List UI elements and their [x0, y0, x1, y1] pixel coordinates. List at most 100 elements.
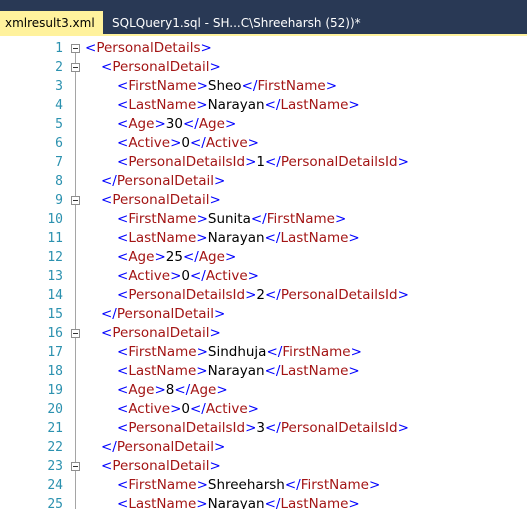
- code-line[interactable]: 11 <LastName>Narayan</LastName>: [0, 229, 527, 248]
- code-text: <PersonalDetailsId>3</PersonalDetailsId>: [117, 419, 409, 438]
- xml-bracket: >: [224, 116, 237, 132]
- tab-sqlquery1[interactable]: SQLQuery1.sql - SH...C\Shreeharsh (52))*: [112, 11, 361, 34]
- code-line[interactable]: 25 <LastName>Narayan</LastName>: [0, 495, 527, 509]
- line-number: 18: [47, 364, 63, 379]
- code-line[interactable]: 22 </PersonalDetail>: [0, 438, 527, 457]
- code-line[interactable]: 23 <PersonalDetail>: [0, 457, 527, 476]
- xml-tag-name: Age: [128, 116, 155, 132]
- code-line[interactable]: 24 <FirstName>Shreeharsh</FirstName>: [0, 476, 527, 495]
- xml-tag-name: Active: [205, 135, 248, 151]
- xml-bracket: <: [117, 496, 129, 509]
- xml-bracket: >: [245, 420, 257, 436]
- code-line[interactable]: 16 <PersonalDetail>: [0, 324, 527, 343]
- xml-bracket: >: [170, 401, 182, 417]
- xml-tag-name: LastName: [128, 230, 197, 246]
- xml-bracket: >: [216, 382, 228, 398]
- xml-bracket: >: [196, 230, 208, 246]
- xml-value: Sheo: [207, 78, 242, 94]
- xml-bracket: <: [117, 249, 129, 265]
- collapse-icon[interactable]: [71, 44, 80, 53]
- code-line[interactable]: 7 <PersonalDetailsId>1</PersonalDetailsId…: [0, 153, 527, 172]
- code-line[interactable]: 3 <FirstName>Sheo</FirstName>: [0, 77, 527, 96]
- code-line[interactable]: 8 </PersonalDetail>: [0, 172, 527, 191]
- code-line[interactable]: 1 <PersonalDetails>: [0, 39, 527, 58]
- code-line[interactable]: 10 <FirstName>Sunita</FirstName>: [0, 210, 527, 229]
- code-line[interactable]: 6 <Active>0</Active>: [0, 134, 527, 153]
- xml-bracket: <: [117, 268, 129, 284]
- collapse-icon[interactable]: [71, 462, 80, 471]
- code-line[interactable]: 19 <Age>8</Age>: [0, 381, 527, 400]
- code-line[interactable]: 17 <FirstName>Sindhuja</FirstName>: [0, 343, 527, 362]
- code-text: <FirstName>Sunita</FirstName>: [117, 210, 346, 229]
- xml-bracket: </: [264, 230, 281, 246]
- line-number: 19: [47, 383, 63, 398]
- code-text: <FirstName>Shreeharsh</FirstName>: [117, 476, 380, 495]
- xml-bracket: >: [335, 211, 347, 227]
- code-text: </PersonalDetail>: [101, 172, 225, 191]
- xml-bracket: <: [117, 211, 129, 227]
- code-line[interactable]: 12 <Age>25</Age>: [0, 248, 527, 267]
- xml-bracket: >: [397, 420, 409, 436]
- xml-tag-name: LastName: [280, 363, 349, 379]
- xml-bracket: >: [154, 382, 166, 398]
- xml-value: 25: [165, 249, 183, 265]
- collapse-icon[interactable]: [71, 329, 80, 338]
- code-line[interactable]: 2 <PersonalDetail>: [0, 58, 527, 77]
- xml-bracket: >: [247, 268, 259, 284]
- xml-bracket: >: [196, 477, 208, 493]
- code-line[interactable]: 9 <PersonalDetail>: [0, 191, 527, 210]
- line-number: 2: [55, 60, 63, 75]
- xml-tag-name: PersonalDetails: [96, 40, 201, 56]
- code-text: <Active>0</Active>: [117, 267, 259, 286]
- xml-tag-name: Active: [128, 268, 171, 284]
- code-text: </PersonalDetail>: [101, 305, 225, 324]
- tab-xmlresult3[interactable]: xmlresult3.xml: [0, 11, 103, 34]
- collapse-icon[interactable]: [71, 196, 80, 205]
- xml-tag-name: FirstName: [128, 78, 197, 94]
- xml-bracket: >: [170, 135, 182, 151]
- xml-tag-name: FirstName: [128, 477, 197, 493]
- line-number: 11: [47, 231, 63, 246]
- line-number: 9: [55, 193, 63, 208]
- code-line[interactable]: 13 <Active>0</Active>: [0, 267, 527, 286]
- xml-bracket: >: [348, 363, 360, 379]
- xml-value: 1: [256, 154, 265, 170]
- code-text: <LastName>Narayan</LastName>: [117, 229, 360, 248]
- xml-bracket: >: [247, 401, 259, 417]
- code-text: <FirstName>Sindhuja</FirstName>: [117, 343, 362, 362]
- xml-editor[interactable]: 1 <PersonalDetails> 2 <PersonalDetail> 3 <Fir…: [0, 36, 527, 509]
- xml-bracket: </: [101, 306, 117, 322]
- xml-value: 0: [181, 401, 190, 417]
- xml-bracket: </: [101, 439, 117, 455]
- code-line[interactable]: 20 <Active>0</Active>: [0, 400, 527, 419]
- code-line[interactable]: 5 <Age>30</Age>: [0, 115, 527, 134]
- code-text: <LastName>Narayan</LastName>: [117, 362, 360, 381]
- xml-tag-name: Active: [205, 401, 248, 417]
- code-line[interactable]: 4 <LastName>Narayan</LastName>: [0, 96, 527, 115]
- xml-tag-name: Active: [128, 401, 171, 417]
- xml-tag-name: LastName: [280, 230, 349, 246]
- xml-bracket: </: [189, 401, 206, 417]
- xml-tag-name: PersonalDetail: [112, 458, 210, 474]
- xml-bracket: <: [117, 344, 129, 360]
- xml-bracket: <: [117, 477, 129, 493]
- xml-bracket: <: [85, 40, 97, 56]
- collapse-icon[interactable]: [71, 63, 80, 72]
- code-line[interactable]: 18 <LastName>Narayan</LastName>: [0, 362, 527, 381]
- code-line[interactable]: 21 <PersonalDetailsId>3</PersonalDetailsI…: [0, 419, 527, 438]
- code-line[interactable]: 15 </PersonalDetail>: [0, 305, 527, 324]
- xml-bracket: <: [117, 78, 129, 94]
- xml-tag-name: FirstName: [257, 78, 326, 94]
- code-line[interactable]: 14 <PersonalDetailsId>2</PersonalDetailsI…: [0, 286, 527, 305]
- xml-bracket: </: [182, 116, 199, 132]
- xml-tag-name: FirstName: [300, 477, 369, 493]
- xml-bracket: </: [264, 420, 281, 436]
- xml-bracket: >: [247, 135, 259, 151]
- xml-bracket: <: [117, 420, 129, 436]
- code-text: <PersonalDetail>: [101, 324, 221, 343]
- line-number: 5: [55, 117, 63, 132]
- line-number: 25: [47, 497, 63, 509]
- xml-bracket: </: [266, 344, 283, 360]
- xml-tag-name: PersonalDetail: [112, 325, 210, 341]
- xml-bracket: <: [117, 97, 129, 113]
